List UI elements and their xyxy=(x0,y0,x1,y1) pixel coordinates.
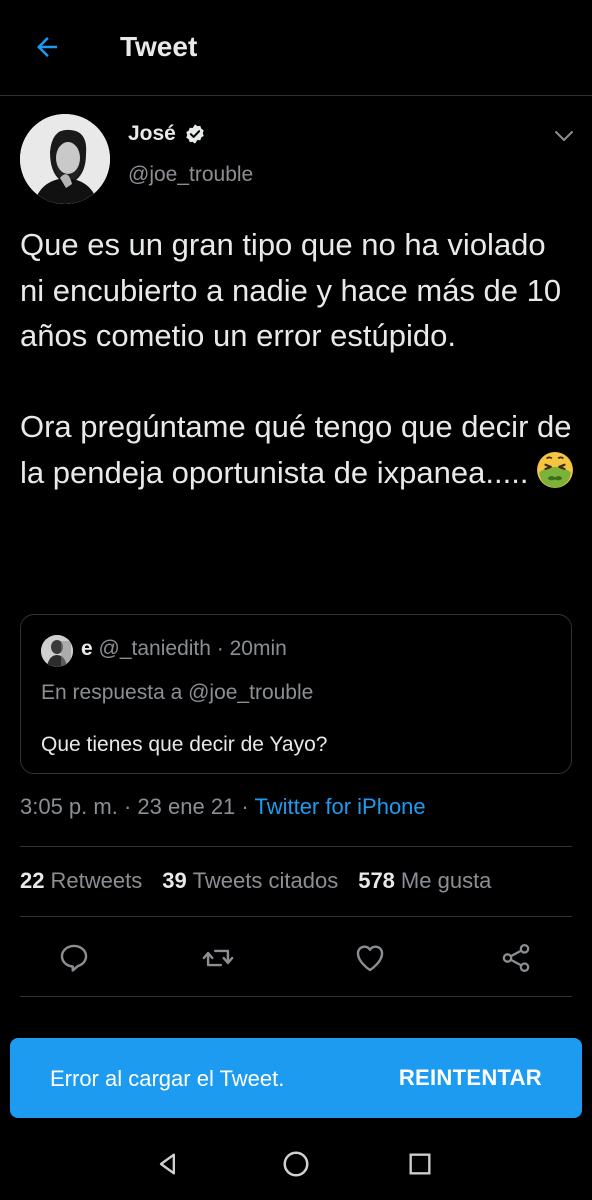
square-recents-icon xyxy=(409,1153,431,1175)
tweet-time: 3:05 p. m. xyxy=(20,794,118,819)
separator-dot: · xyxy=(241,794,255,819)
retweet-button[interactable] xyxy=(200,940,236,976)
quoted-tweet-age: 20min xyxy=(229,637,287,660)
top-bar: Tweet xyxy=(0,0,592,96)
nav-recents-button[interactable] xyxy=(404,1148,436,1180)
page-title: Tweet xyxy=(120,31,198,62)
error-snackbar: Error al cargar el Tweet. REINTENTAR xyxy=(10,1038,582,1118)
separator-dot: · xyxy=(123,794,138,819)
quoted-avatar-photo xyxy=(41,635,73,667)
tweet-paragraph-1: Que es un gran tipo que no ha violado ni… xyxy=(20,227,562,353)
back-button[interactable] xyxy=(30,30,64,64)
likes-count: 578 xyxy=(358,868,395,893)
share-button[interactable] xyxy=(498,940,534,976)
retweet-icon xyxy=(202,949,234,967)
retweets-label: Retweets xyxy=(50,868,143,893)
tweet-date: 23 ene 21 xyxy=(137,794,236,819)
error-message: Error al cargar el Tweet. xyxy=(50,1066,285,1091)
quoted-author-name: e xyxy=(81,637,93,660)
retweets-stat[interactable]: 22 Retweets xyxy=(20,868,142,894)
verified-badge-icon xyxy=(186,124,204,144)
quoted-tweet-text: Que tienes que decir de Yayo? xyxy=(41,733,328,756)
more-options-button[interactable] xyxy=(552,124,576,148)
tweet-text: Que es un gran tipo que no ha violado ni… xyxy=(20,222,575,495)
nauseated-face-emoji-icon xyxy=(537,451,574,488)
tweet-paragraph-2-text: Ora pregúntame qué tengo que decir de la… xyxy=(20,409,572,490)
chevron-down-icon xyxy=(555,131,573,141)
share-icon xyxy=(502,943,530,973)
divider xyxy=(20,916,572,917)
divider xyxy=(20,996,572,997)
nav-home-button[interactable] xyxy=(280,1148,312,1180)
author-avatar[interactable] xyxy=(20,114,110,204)
circle-home-icon xyxy=(283,1151,309,1177)
retweets-count: 22 xyxy=(20,868,45,893)
quote-tweets-stat[interactable]: 39 Tweets citados xyxy=(162,868,338,894)
tweet-screen: Tweet José @joe_trouble Que es un gran t… xyxy=(0,0,592,1200)
likes-label: Me gusta xyxy=(400,868,492,893)
quoted-author-handle: @_taniedith xyxy=(98,637,211,660)
like-button[interactable] xyxy=(352,940,388,976)
author-display-name: José xyxy=(128,122,176,145)
system-navigation-bar xyxy=(0,1126,592,1200)
separator-dot: · xyxy=(216,637,224,660)
reply-icon xyxy=(60,944,88,972)
tweet-stats: 22 Retweets 39 Tweets citados 578 Me gusta xyxy=(20,868,491,894)
tweet-meta: 3:05 p. m. · 23 ene 21 · Twitter for iPh… xyxy=(20,794,426,820)
quote-tweets-count: 39 xyxy=(162,868,187,893)
avatar-photo xyxy=(20,114,110,204)
quoted-tweet-header: e @_taniedith · 20min xyxy=(81,637,287,661)
quoted-reply-context: En respuesta a @joe_trouble xyxy=(41,681,314,704)
author-handle[interactable]: @joe_trouble xyxy=(128,163,253,187)
triangle-back-icon xyxy=(159,1153,175,1175)
reply-button[interactable] xyxy=(56,940,92,976)
arrow-left-icon xyxy=(37,37,57,57)
tweet-paragraph-2: Ora pregúntame qué tengo que decir de la… xyxy=(20,404,575,495)
retry-button[interactable]: REINTENTAR xyxy=(399,1065,542,1091)
tweet-source-link[interactable]: Twitter for iPhone xyxy=(254,794,425,819)
quoted-tweet[interactable]: e @_taniedith · 20min En respuesta a @jo… xyxy=(20,614,572,774)
divider xyxy=(20,846,572,847)
quoted-author-avatar xyxy=(41,635,73,667)
author-name[interactable]: José xyxy=(128,122,206,146)
likes-stat[interactable]: 578 Me gusta xyxy=(358,868,491,894)
quote-tweets-label: Tweets citados xyxy=(192,868,339,893)
nav-back-button[interactable] xyxy=(152,1148,184,1180)
heart-icon xyxy=(356,945,384,972)
